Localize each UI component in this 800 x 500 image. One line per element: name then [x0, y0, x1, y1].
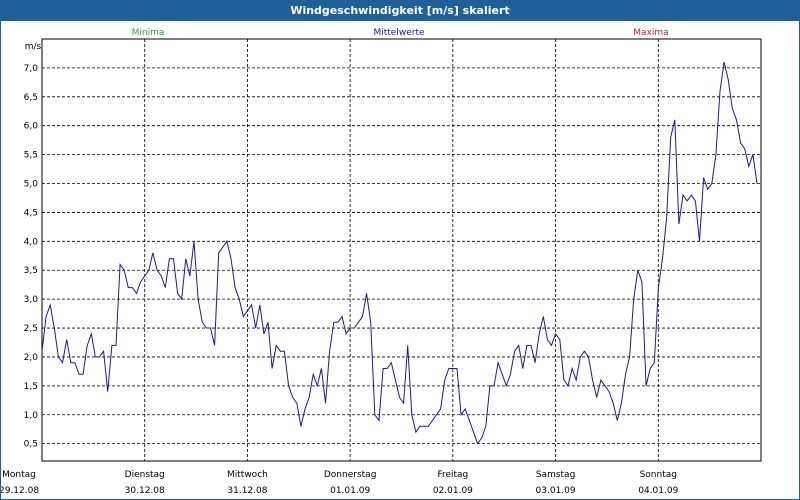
x-tick-weekday: Freitag	[437, 470, 468, 480]
y-tick-label: 5,0	[24, 180, 39, 190]
y-tick-label: 4,0	[24, 237, 39, 247]
y-tick-label: 4,5	[24, 208, 38, 218]
plot-area	[41, 38, 762, 462]
y-tick-label: 0,5	[24, 440, 38, 450]
y-tick-label: 6,0	[24, 122, 39, 132]
x-tick-date: 01.01.09	[330, 486, 370, 496]
x-tick-date: 03.01.09	[536, 486, 576, 496]
x-tick-date: 30.12.08	[125, 486, 165, 496]
x-tick-weekday: Samstag	[536, 470, 575, 480]
chart-window: Windgeschwindigkeit [m/s] skaliert Minim…	[0, 0, 800, 500]
x-tick-date: 04.01.09	[638, 486, 678, 496]
y-tick-label: 1,5	[24, 382, 38, 392]
y-tick-label: 3,0	[24, 295, 39, 305]
x-tick-weekday: Mittwoch	[227, 470, 268, 480]
window-title: Windgeschwindigkeit [m/s] skaliert	[1, 1, 799, 21]
y-tick-label: 1,0	[24, 411, 39, 421]
y-tick-label: 2,0	[24, 353, 39, 363]
x-tick-date: 29.12.08	[1, 486, 39, 496]
x-tick-weekday: Sonntag	[640, 470, 677, 480]
x-tick-date: 02.01.09	[433, 486, 473, 496]
legend-maxima: Maxima	[633, 28, 668, 38]
y-axis-label: m/s	[25, 42, 42, 52]
y-tick-label: 3,5	[24, 266, 38, 276]
y-tick-label: 7,0	[24, 64, 39, 74]
x-tick-date: 31.12.08	[227, 486, 267, 496]
y-tick-label: 6,5	[24, 93, 38, 103]
x-tick-weekday: Montag	[2, 470, 36, 480]
y-tick-label: 2,5	[24, 324, 38, 334]
legend-mittelwerte: Mittelwerte	[373, 28, 424, 38]
y-tick-label: 5,5	[24, 151, 38, 161]
x-tick-weekday: Donnerstag	[324, 470, 377, 480]
line-chart: Minima Mittelwerte Maxima m/s 0,5 1,0 1,5 2,0…	[1, 28, 762, 496]
x-tick-weekday: Dienstag	[125, 470, 165, 480]
legend-minima: Minima	[132, 28, 165, 38]
